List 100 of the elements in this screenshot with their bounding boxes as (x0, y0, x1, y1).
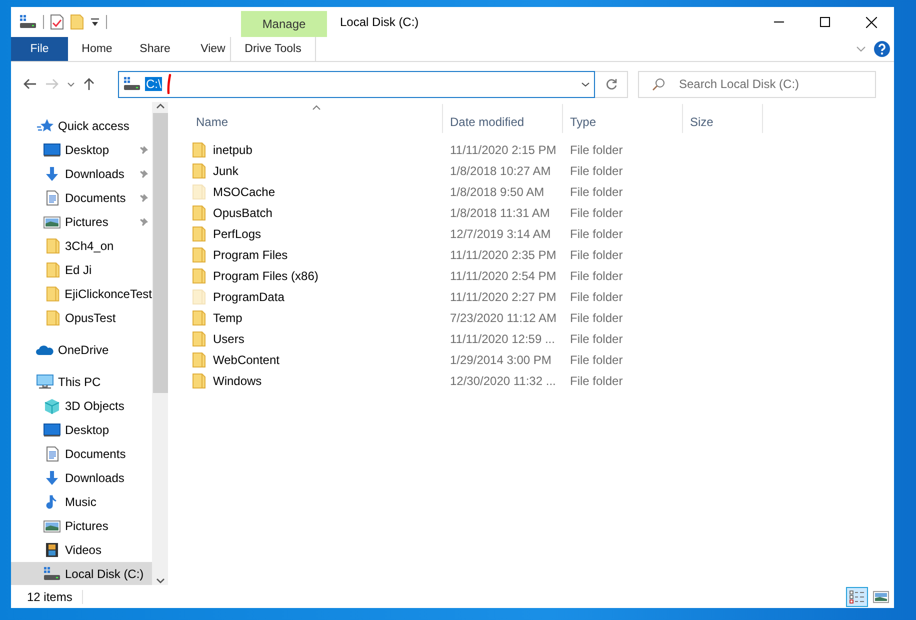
file-type: File folder (570, 226, 623, 240)
file-type: File folder (570, 184, 623, 198)
date-modified: 1/8/2018 9:50 AM (450, 184, 544, 198)
scrollbar-thumb[interactable] (152, 113, 168, 393)
file-name[interactable]: Program Files (213, 248, 288, 262)
window-title: Local Disk (C:) (339, 14, 420, 31)
sidebar-item[interactable]: 3Ch4_on (11, 234, 152, 258)
file-name[interactable]: inetpub (213, 142, 252, 156)
file-type: File folder (570, 310, 623, 324)
file-type: File folder (570, 142, 623, 156)
sidebar-item[interactable]: Local Disk (C:) (11, 562, 152, 585)
sidebar-item[interactable]: Pictures (11, 514, 152, 538)
sidebar-item[interactable]: Quick access (11, 114, 152, 138)
download-icon (43, 470, 61, 486)
file-type: File folder (570, 164, 623, 178)
date-modified: 11/11/2020 2:35 PM (450, 248, 556, 262)
picture-icon (43, 214, 61, 230)
ribbon-tab[interactable]: File (11, 37, 68, 61)
address-bar[interactable]: C:\ (118, 70, 595, 98)
up-icon[interactable] (83, 77, 95, 91)
sidebar-item[interactable]: Desktop (11, 418, 152, 442)
sidebar-item[interactable]: Pictures (11, 210, 152, 234)
date-modified: 11/11/2020 2:15 PM (450, 142, 556, 156)
drive-icon (123, 77, 141, 91)
date-modified: 1/29/2014 3:00 PM (450, 352, 552, 366)
refresh-icon (604, 78, 618, 90)
maximize-icon (820, 17, 830, 27)
file-type: File folder (570, 352, 623, 366)
column-header[interactable]: Size (683, 104, 763, 133)
date-modified: 1/8/2018 10:27 AM (450, 164, 551, 178)
date-modified: 7/23/2020 11:12 AM (450, 310, 557, 324)
ribbon-tab[interactable]: Share (126, 37, 184, 61)
sidebar-item[interactable]: Ed Ji (11, 258, 152, 282)
sidebar-item[interactable]: Music (11, 490, 152, 514)
file-name[interactable]: WebContent (213, 352, 280, 366)
sidebar-item[interactable]: This PC (11, 370, 152, 394)
date-modified: 12/7/2019 3:14 AM (450, 226, 551, 240)
file-name[interactable]: OpusBatch (213, 206, 272, 220)
thumbnail-view-icon (873, 590, 889, 602)
file-type: File folder (570, 248, 623, 262)
sidebar-item[interactable]: OpusTest (11, 306, 152, 330)
file-type: File folder (570, 290, 623, 304)
file-name[interactable]: MSOCache (213, 184, 276, 198)
file-type: File folder (570, 206, 623, 220)
column-header[interactable]: Date modified (443, 104, 563, 133)
file-name[interactable]: Windows (213, 374, 262, 388)
star-icon (36, 118, 54, 134)
refresh-button[interactable] (595, 70, 628, 98)
desktop-icon (43, 422, 61, 438)
sidebar-item[interactable]: Downloads (11, 466, 152, 490)
file-type: File folder (570, 374, 623, 388)
date-modified: 11/11/2020 2:54 PM (450, 268, 556, 282)
column-header[interactable]: Type (563, 104, 683, 133)
search-icon (652, 78, 665, 90)
dropdown-icon[interactable] (581, 82, 590, 86)
file-type: File folder (570, 332, 623, 346)
sidebar-item[interactable]: OneDrive (11, 338, 152, 362)
drive-icon (43, 566, 61, 582)
date-modified: 1/8/2018 11:31 AM (450, 206, 550, 220)
sidebar-item[interactable]: 3D Objects (11, 394, 152, 418)
details-view-icon (849, 590, 865, 604)
close-icon (866, 16, 876, 28)
drive-icon (19, 15, 37, 29)
search-field[interactable]: Search Local Disk (C:) (638, 70, 876, 98)
address-text[interactable]: C:\ (145, 77, 162, 91)
sidebar-item[interactable]: Desktop (11, 138, 152, 162)
properties-icon[interactable] (50, 14, 64, 30)
file-name[interactable]: ProgramData (213, 290, 284, 304)
picture-icon (43, 518, 61, 534)
file-name[interactable]: Temp (213, 310, 242, 324)
film-icon (43, 542, 61, 558)
back-icon[interactable] (23, 78, 37, 90)
file-type: File folder (570, 268, 623, 282)
date-modified: 11/11/2020 2:27 PM (450, 290, 556, 304)
sidebar-item[interactable]: Documents (11, 186, 152, 210)
ribbon-tab[interactable]: Drive Tools (230, 37, 316, 61)
date-modified: 12/30/2020 11:32 ... (450, 374, 556, 388)
sidebar-item[interactable]: Downloads (11, 162, 152, 186)
cube-icon (43, 398, 61, 414)
chevron-icon[interactable] (856, 46, 866, 52)
computer-icon (36, 374, 54, 390)
recent-locations-icon[interactable] (67, 82, 75, 86)
ribbon-tab[interactable]: Home (68, 37, 126, 61)
date-modified: 11/11/2020 12:59 ... (450, 332, 555, 346)
download-icon (43, 166, 61, 182)
file-name[interactable]: Junk (213, 164, 238, 178)
desktop-icon (43, 142, 61, 158)
context-tab-header: Manage (241, 11, 327, 37)
sidebar-item[interactable]: Videos (11, 538, 152, 562)
sidebar-item[interactable]: Documents (11, 442, 152, 466)
dropdown-icon[interactable] (90, 17, 100, 27)
help-icon[interactable] (874, 41, 890, 57)
annotation-mark (166, 74, 172, 94)
sidebar-item[interactable]: EjiClickonceTest (11, 282, 152, 306)
item-count: 12 items (27, 590, 84, 604)
file-name[interactable]: Users (213, 332, 244, 346)
view-button[interactable] (846, 586, 868, 606)
file-name[interactable]: PerfLogs (213, 226, 262, 240)
file-name[interactable]: Program Files (x86) (213, 268, 318, 282)
column-header[interactable]: Name (189, 104, 443, 133)
